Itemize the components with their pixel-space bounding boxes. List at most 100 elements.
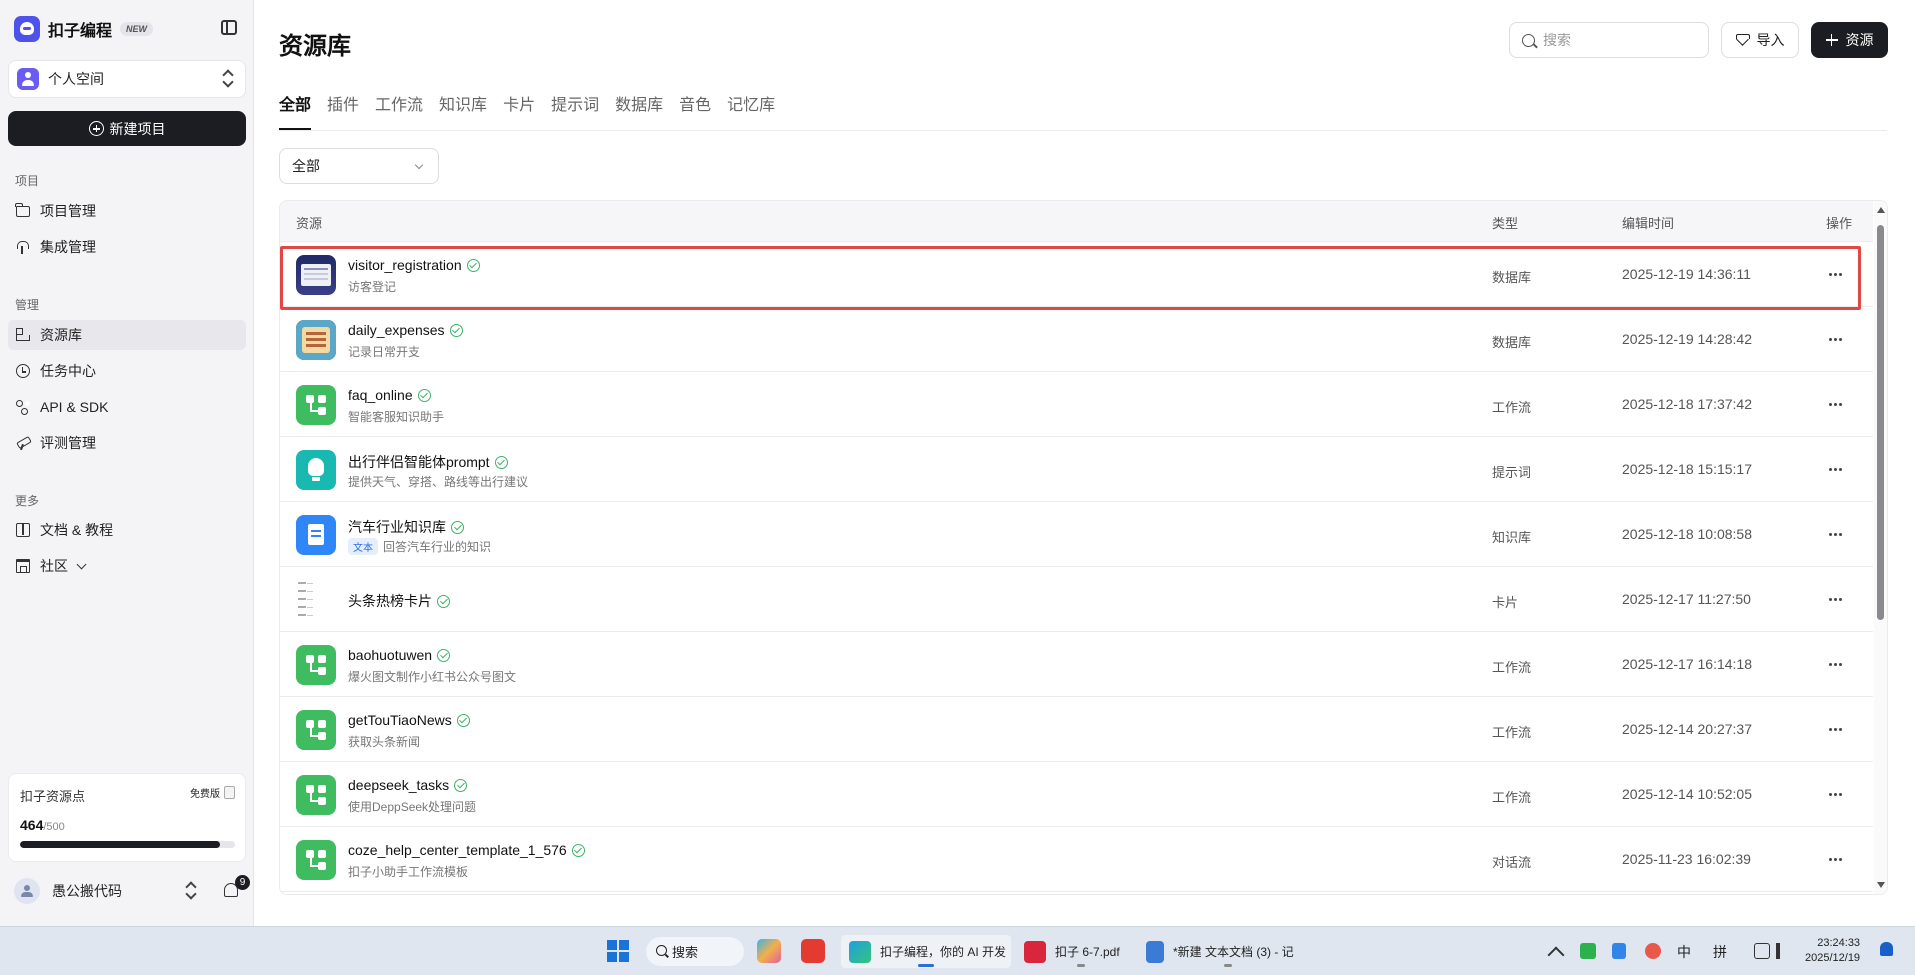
sidebar-item-projects[interactable]: 项目管理 [8, 196, 246, 226]
tab-cards[interactable]: 卡片 [503, 96, 535, 130]
add-resource-button[interactable]: 资源 [1811, 22, 1888, 58]
resource-edit-time: 2025-12-17 11:27:50 [1622, 591, 1751, 607]
pdf-icon [1024, 940, 1046, 963]
resource-name-text: faq_online [348, 387, 413, 403]
resource-description: 爆火图文制作小红书公众号图文 [348, 668, 516, 685]
import-label: 导入 [1756, 32, 1785, 48]
icon-part [318, 395, 326, 403]
more-options-icon[interactable] [1828, 851, 1844, 867]
more-options-icon[interactable] [1828, 396, 1844, 412]
resource-name[interactable]: 出行伴侣智能体prompt [348, 452, 508, 472]
scroll-down-arrow-icon[interactable] [1877, 882, 1885, 888]
sidebar-item-integrations[interactable]: 集成管理 [8, 232, 246, 262]
credits-progress-fill [20, 841, 220, 848]
notification-bell-icon[interactable] [1880, 942, 1893, 956]
ime-mode-zh[interactable]: 中 [1677, 942, 1691, 962]
prompt-icon [296, 450, 336, 490]
search-input[interactable] [1543, 32, 1693, 48]
sidebar-item-community[interactable]: 社区 [8, 551, 246, 581]
resource-name[interactable]: coze_help_center_template_1_576 [348, 842, 585, 858]
taskbar-task-browser[interactable]: 扣子编程，你的 AI 开发 [841, 935, 1011, 968]
table-row[interactable]: 汽车行业知识库 文本 回答汽车行业的知识 知识库 2025-12-18 10:08:58 [280, 502, 1873, 567]
table-row[interactable]: deepseek_tasks 使用DeppSeek处理问题 工作流 2025-12-1… [280, 762, 1873, 827]
search-box[interactable] [1509, 22, 1709, 58]
sidebar-item-tasks[interactable]: 任务中心 [8, 356, 246, 386]
tab-plugins[interactable]: 插件 [327, 96, 359, 130]
user-menu[interactable]: 愚公搬代码 9 [8, 874, 250, 908]
resource-name[interactable]: faq_online [348, 387, 431, 403]
sidebar-item-evaluation[interactable]: 评测管理 [8, 428, 246, 458]
icon-part [310, 865, 319, 867]
copilot-icon[interactable] [757, 939, 781, 963]
more-options-icon[interactable] [1828, 461, 1844, 477]
tab-voices[interactable]: 音色 [679, 96, 711, 130]
plan-badge: 免费版 [190, 785, 235, 800]
resource-name[interactable]: 汽车行业知识库 [348, 517, 464, 537]
taskbar-task-pdf[interactable]: 扣子 6-7.pdf [1016, 935, 1146, 968]
resource-edit-time: 2025-11-23 16:02:39 [1622, 851, 1751, 867]
sidebar-item-library[interactable]: 资源库 [8, 320, 246, 350]
taskbar-clock[interactable]: 23:24:33 2025/12/19 [1805, 936, 1860, 966]
wps-icon[interactable] [801, 939, 825, 963]
workflow-icon [296, 775, 336, 815]
app-tray-icon[interactable] [1645, 943, 1661, 959]
more-options-icon[interactable] [1828, 526, 1844, 542]
taskbar-search[interactable]: 搜索 [646, 937, 744, 966]
table-row[interactable]: faq_online 智能客服知识助手 工作流 2025-12-18 17:37:42 [280, 372, 1873, 437]
table-row[interactable]: coze_help_center_template_1_576 扣子小助手工作流模… [280, 827, 1873, 892]
tab-all[interactable]: 全部 [279, 96, 312, 130]
table-row[interactable]: 出行伴侣智能体prompt 提供天气、穿搭、路线等出行建议 提示词 2025-12-1… [280, 437, 1873, 502]
notepad-icon [1146, 940, 1164, 963]
resource-name[interactable]: visitor_registration [348, 257, 480, 273]
scroll-thumb[interactable] [1877, 225, 1884, 620]
icon-part [310, 410, 319, 412]
brand[interactable]: 扣子编程 NEW [14, 16, 154, 42]
more-options-icon[interactable] [1828, 591, 1844, 607]
tab-knowledge[interactable]: 知识库 [439, 96, 487, 130]
scroll-up-arrow-icon[interactable] [1877, 207, 1885, 213]
ime-mode-pinyin[interactable]: 拼 [1713, 942, 1727, 962]
resource-name[interactable]: baohuotuwen [348, 647, 451, 663]
more-options-icon[interactable] [1828, 331, 1844, 347]
new-project-button[interactable]: 新建项目 [8, 111, 246, 146]
add-resource-label: 资源 [1845, 32, 1874, 48]
table-scrollbar[interactable] [1874, 201, 1887, 894]
tab-memory[interactable]: 记忆库 [727, 96, 775, 130]
space-switcher[interactable]: 个人空间 [8, 60, 246, 98]
table-row[interactable]: visitor_registration 访客登记 数据库 2025-12-19 14… [280, 242, 1873, 307]
windows-start-icon[interactable] [607, 940, 629, 962]
tab-workflows[interactable]: 工作流 [375, 96, 423, 130]
tab-prompts[interactable]: 提示词 [551, 96, 599, 130]
table-row[interactable]: 头条热榜卡片 卡片 2025-12-17 11:27:50 [280, 567, 1873, 632]
app-tray-icon[interactable] [1612, 943, 1626, 959]
updown-chevron-icon [223, 70, 233, 88]
resource-name[interactable]: deepseek_tasks [348, 777, 468, 793]
resource-name[interactable]: getTouTiaoNews [348, 712, 470, 728]
database-icon [296, 255, 336, 295]
more-options-icon[interactable] [1828, 266, 1844, 282]
resource-edit-time: 2025-12-18 17:37:42 [1622, 396, 1752, 412]
more-options-icon[interactable] [1828, 656, 1844, 672]
credits-card[interactable]: 扣子资源点 免费版 464/500 [8, 773, 246, 862]
import-button[interactable]: 导入 [1721, 22, 1799, 58]
resource-description: 提供天气、穿搭、路线等出行建议 [348, 473, 528, 490]
wechat-icon[interactable] [1580, 943, 1596, 959]
more-options-icon[interactable] [1828, 721, 1844, 737]
tab-databases[interactable]: 数据库 [615, 96, 663, 130]
type-filter-select[interactable]: 全部 [279, 148, 439, 184]
resource-name[interactable]: daily_expenses [348, 322, 463, 338]
more-options-icon[interactable] [1828, 786, 1844, 802]
table-row[interactable]: baohuotuwen 爆火图文制作小红书公众号图文 工作流 2025-12-17 1… [280, 632, 1873, 697]
monitor-icon[interactable] [1754, 943, 1770, 959]
taskbar-task-notepad[interactable]: *新建 文本文档 (3) - 记 [1138, 935, 1318, 968]
sidebar-item-docs[interactable]: 文档 & 教程 [8, 515, 246, 545]
sidebar-item-api-sdk[interactable]: API & SDK [8, 392, 246, 422]
table-row[interactable]: getTouTiaoNews 获取头条新闻 工作流 2025-12-14 20:27:… [280, 697, 1873, 762]
sidebar-collapse-icon[interactable] [221, 20, 237, 35]
resource-name[interactable]: 头条热榜卡片 [348, 591, 450, 611]
speaker-icon[interactable] [1776, 943, 1786, 959]
resource-type: 卡片 [1492, 595, 1519, 610]
edge-icon [849, 940, 871, 963]
table-row[interactable]: daily_expenses 记录日常开支 数据库 2025-12-19 14:28:… [280, 307, 1873, 372]
chevron-up-icon[interactable] [1547, 946, 1565, 964]
